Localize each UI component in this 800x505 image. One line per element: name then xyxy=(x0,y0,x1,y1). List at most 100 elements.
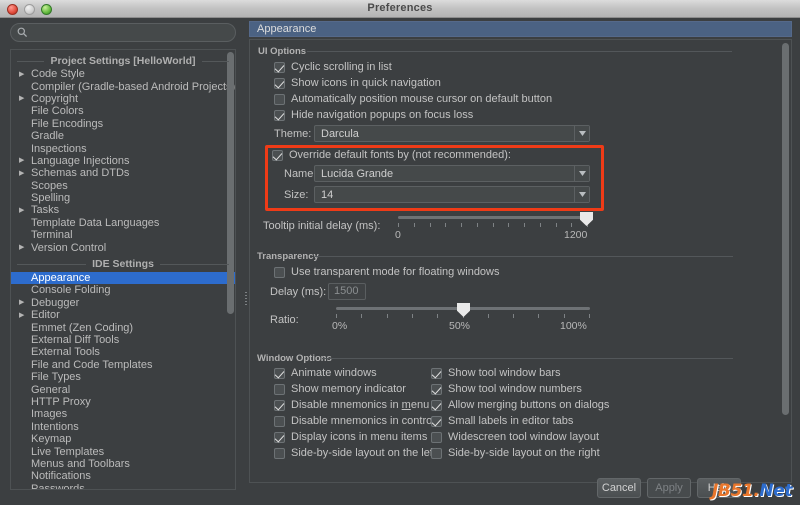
checkbox-small-labels-in-editor-tabs[interactable]: Small labels in editor tabs xyxy=(431,414,573,428)
checkbox-auto-position-cursor[interactable]: Automatically position mouse cursor on d… xyxy=(274,92,552,106)
search-input[interactable] xyxy=(32,25,228,40)
sidebar-item-schemas-and-dtds[interactable]: ▶Schemas and DTDs xyxy=(11,167,235,179)
sidebar-item-live-templates[interactable]: ▶Live Templates xyxy=(11,445,235,457)
checkbox-box[interactable] xyxy=(274,62,285,73)
sidebar-item-file-types[interactable]: ▶File Types xyxy=(11,371,235,383)
checkbox-box[interactable] xyxy=(274,432,285,443)
checkbox-box[interactable] xyxy=(274,94,285,105)
sidebar-item-version-control[interactable]: ▶Version Control xyxy=(11,241,235,253)
checkbox-label: Show tool window numbers xyxy=(448,383,582,395)
checkbox-hide-nav-popups[interactable]: Hide navigation popups on focus loss xyxy=(274,108,473,122)
chevron-down-icon[interactable] xyxy=(574,187,589,202)
checkbox-display-icons-in-menu-items[interactable]: Display icons in menu items xyxy=(274,430,427,444)
font-size-dropdown[interactable]: 14 xyxy=(314,186,590,203)
sidebar-item-menus-and-toolbars[interactable]: ▶Menus and Toolbars xyxy=(11,458,235,470)
checkbox-disable-mnemonics-in-menu[interactable]: Disable mnemonics in menu xyxy=(274,398,429,412)
sidebar-item-console-folding[interactable]: ▶Console Folding xyxy=(11,284,235,296)
chevron-right-icon[interactable]: ▶ xyxy=(19,170,29,177)
detail-scrollbar[interactable] xyxy=(782,43,789,453)
checkbox-box[interactable] xyxy=(431,384,442,395)
checkbox-box[interactable] xyxy=(274,78,285,89)
checkbox-label: Side-by-side layout on the left xyxy=(291,447,436,459)
sidebar-item-spelling[interactable]: ▶Spelling xyxy=(11,192,235,204)
sidebar-item-copyright[interactable]: ▶Copyright xyxy=(11,93,235,105)
appearance-form: UI Options Cyclic scrolling in list Show… xyxy=(249,39,792,483)
checkbox-allow-merging-buttons-on-dialogs[interactable]: Allow merging buttons on dialogs xyxy=(431,398,609,412)
sidebar-item-code-style[interactable]: ▶Code Style xyxy=(11,68,235,80)
checkbox-disable-mnemonics-in-controls[interactable]: Disable mnemonics in controls xyxy=(274,414,440,428)
checkbox-cyclic-scrolling[interactable]: Cyclic scrolling in list xyxy=(274,60,392,74)
checkbox-box[interactable] xyxy=(431,400,442,411)
sidebar-item-appearance[interactable]: ▶Appearance xyxy=(11,272,235,284)
checkbox-widescreen-tool-window-layout[interactable]: Widescreen tool window layout xyxy=(431,430,599,444)
apply-button[interactable]: Apply xyxy=(647,478,691,498)
detail-scrollbar-thumb[interactable] xyxy=(782,43,789,415)
checkbox-animate-windows[interactable]: Animate windows xyxy=(274,366,377,380)
settings-tree-content: Project Settings [HelloWorld]▶Code Style… xyxy=(11,53,235,490)
sidebar-item-inspections[interactable]: ▶Inspections xyxy=(11,142,235,154)
checkbox-label: Show icons in quick navigation xyxy=(291,77,441,89)
search-field-wrapper[interactable] xyxy=(10,23,236,42)
sidebar-item-file-colors[interactable]: ▶File Colors xyxy=(11,105,235,117)
delay-input[interactable]: 1500 xyxy=(328,283,366,300)
sidebar-item-file-and-code-templates[interactable]: ▶File and Code Templates xyxy=(11,359,235,371)
sidebar-item-external-diff-tools[interactable]: ▶External Diff Tools xyxy=(11,334,235,346)
checkbox-box[interactable] xyxy=(431,432,442,443)
checkbox-override-default-fonts[interactable]: Override default fonts by (not recommend… xyxy=(272,148,511,162)
checkbox-box[interactable] xyxy=(274,448,285,459)
checkbox-box[interactable] xyxy=(431,448,442,459)
chevron-right-icon[interactable]: ▶ xyxy=(19,299,29,306)
chevron-right-icon[interactable]: ▶ xyxy=(19,207,29,214)
sidebar-item-tasks[interactable]: ▶Tasks xyxy=(11,204,235,216)
checkbox-use-transparent-mode[interactable]: Use transparent mode for floating window… xyxy=(274,265,500,279)
chevron-right-icon[interactable]: ▶ xyxy=(19,244,29,251)
sidebar-scrollbar-thumb[interactable] xyxy=(227,52,234,314)
sidebar-item-intentions[interactable]: ▶Intentions xyxy=(11,421,235,433)
sidebar-item-template-data-languages[interactable]: ▶Template Data Languages xyxy=(11,217,235,229)
sidebar-item-general[interactable]: ▶General xyxy=(11,383,235,395)
sidebar-item-scopes[interactable]: ▶Scopes xyxy=(11,180,235,192)
checkbox-box[interactable] xyxy=(274,110,285,121)
settings-tree[interactable]: Project Settings [HelloWorld]▶Code Style… xyxy=(10,49,236,490)
checkbox-box[interactable] xyxy=(274,368,285,379)
sidebar-item-editor[interactable]: ▶Editor xyxy=(11,309,235,321)
sidebar-item-external-tools[interactable]: ▶External Tools xyxy=(11,346,235,358)
checkbox-side-by-side-layout-on-the-left[interactable]: Side-by-side layout on the left xyxy=(274,446,436,460)
sidebar-item-terminal[interactable]: ▶Terminal xyxy=(11,229,235,241)
checkbox-box[interactable] xyxy=(431,368,442,379)
checkbox-show-memory-indicator[interactable]: Show memory indicator xyxy=(274,382,406,396)
sidebar-item-images[interactable]: ▶Images xyxy=(11,408,235,420)
sidebar-item-debugger[interactable]: ▶Debugger xyxy=(11,297,235,309)
checkbox-show-icons-quick-nav[interactable]: Show icons in quick navigation xyxy=(274,76,441,90)
chevron-down-icon[interactable] xyxy=(574,166,589,181)
sidebar-item-label: Compiler (Gradle-based Android Projects) xyxy=(29,81,235,93)
cancel-button[interactable]: Cancel xyxy=(597,478,641,498)
sidebar-item-http-proxy[interactable]: ▶HTTP Proxy xyxy=(11,396,235,408)
chevron-right-icon[interactable]: ▶ xyxy=(19,95,29,102)
font-name-dropdown[interactable]: Lucida Grande xyxy=(314,165,590,182)
chevron-right-icon[interactable]: ▶ xyxy=(19,312,29,319)
chevron-right-icon[interactable]: ▶ xyxy=(19,71,29,78)
font-name-value: Lucida Grande xyxy=(315,168,574,180)
checkbox-box[interactable] xyxy=(274,416,285,427)
sidebar-item-label: External Diff Tools xyxy=(29,334,119,346)
sidebar-scrollbar[interactable] xyxy=(227,52,234,489)
checkbox-box[interactable] xyxy=(274,267,285,278)
sidebar-item-emmet-zen-coding[interactable]: ▶Emmet (Zen Coding) xyxy=(11,321,235,333)
checkbox-show-tool-window-bars[interactable]: Show tool window bars xyxy=(431,366,561,380)
sidebar-item-gradle[interactable]: ▶Gradle xyxy=(11,130,235,142)
checkbox-box[interactable] xyxy=(431,416,442,427)
sidebar-item-label: Emmet (Zen Coding) xyxy=(29,322,133,334)
sidebar-item-compiler-gradle-based-android-projects[interactable]: ▶Compiler (Gradle-based Android Projects… xyxy=(11,80,235,92)
checkbox-show-tool-window-numbers[interactable]: Show tool window numbers xyxy=(431,382,582,396)
sidebar-item-keymap[interactable]: ▶Keymap xyxy=(11,433,235,445)
sidebar-item-file-encodings[interactable]: ▶File Encodings xyxy=(11,118,235,130)
theme-dropdown[interactable]: Darcula xyxy=(314,125,590,142)
checkbox-side-by-side-layout-on-the-right[interactable]: Side-by-side layout on the right xyxy=(431,446,600,460)
checkbox-box[interactable] xyxy=(272,150,283,161)
chevron-right-icon[interactable]: ▶ xyxy=(19,157,29,164)
checkbox-box[interactable] xyxy=(274,384,285,395)
checkbox-box[interactable] xyxy=(274,400,285,411)
chevron-down-icon[interactable] xyxy=(574,126,589,141)
sidebar-item-language-injections[interactable]: ▶Language Injections xyxy=(11,155,235,167)
